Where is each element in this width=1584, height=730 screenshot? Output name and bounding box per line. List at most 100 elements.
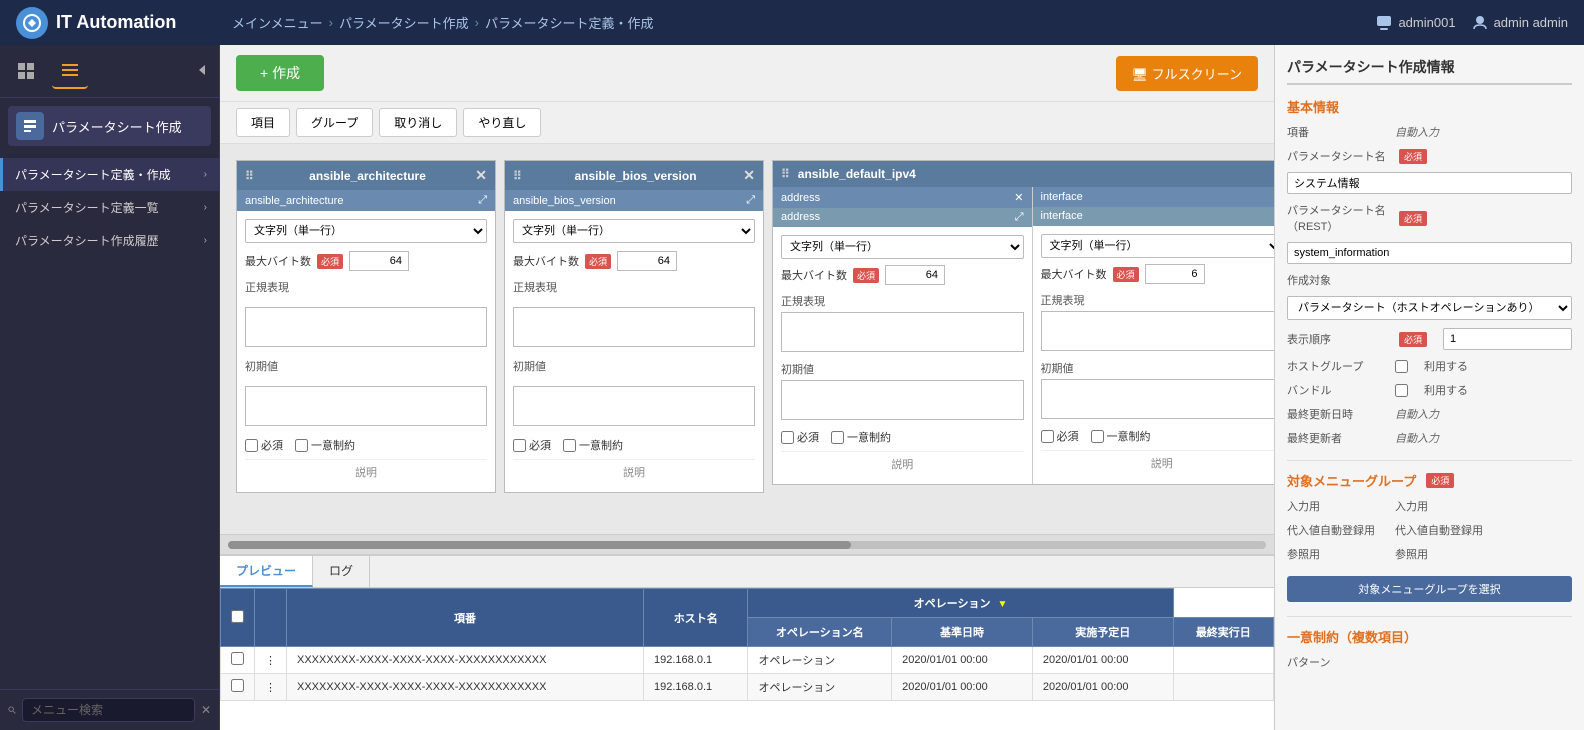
- toolbar: + 作成 🖥 フルスクリーン: [220, 45, 1274, 102]
- default-input[interactable]: [781, 380, 1024, 420]
- unique-checkbox[interactable]: 一意制約: [295, 437, 355, 453]
- breadcrumb-sheet[interactable]: パラメータシート作成: [339, 13, 469, 32]
- card-header: ⠿ ansible_bios_version ✕: [505, 161, 763, 190]
- max-bytes-input[interactable]: [1145, 264, 1205, 284]
- item-no-label: 項番: [1287, 124, 1387, 140]
- sheet-name-rest-input[interactable]: [1287, 242, 1572, 264]
- required-checkbox[interactable]: 必須: [1041, 428, 1079, 444]
- card-body: 文字列（単一行） 最大バイト数 必須 正規表現: [237, 211, 495, 492]
- sort-indicator: ▼: [998, 599, 1008, 610]
- search-clear-icon[interactable]: ✕: [201, 703, 211, 717]
- cancel-button[interactable]: 取り消し: [379, 108, 457, 137]
- host-group-checkbox[interactable]: [1395, 360, 1408, 373]
- search-input[interactable]: [22, 698, 195, 722]
- preview-table-container: 項番 ホスト名 オペレーション ▼ オペレーション名 基準日時 実施予定: [220, 588, 1274, 730]
- sidebar-search: ✕: [0, 689, 219, 730]
- required-badge: 必須: [317, 254, 343, 269]
- col-type-select[interactable]: 文字列（単一行）: [781, 235, 1024, 259]
- display-order-input[interactable]: [1443, 328, 1572, 350]
- default-input[interactable]: [513, 386, 755, 426]
- breadcrumb-main[interactable]: メインメニュー: [232, 13, 323, 32]
- card-ansible-architecture: ⠿ ansible_architecture ✕ ansible_archite…: [236, 160, 496, 493]
- item-button[interactable]: 項目: [236, 108, 290, 137]
- max-bytes-input[interactable]: [349, 251, 409, 271]
- max-bytes-input[interactable]: [885, 265, 945, 285]
- type-select[interactable]: 文字列（単一行）: [513, 219, 755, 243]
- default-label: 初期値: [245, 358, 278, 374]
- drag-handle-icon[interactable]: ⠿: [781, 167, 790, 181]
- select-all-checkbox[interactable]: [231, 610, 244, 623]
- col-type-select[interactable]: 文字列（単一行）: [1041, 234, 1275, 258]
- card-close-btn[interactable]: ✕: [1014, 191, 1023, 204]
- create-target-label: 作成対象: [1287, 272, 1387, 288]
- group-button[interactable]: グループ: [296, 108, 373, 137]
- horizontal-scrollbar[interactable]: [220, 534, 1274, 554]
- regex-input[interactable]: [1041, 311, 1275, 351]
- display-order-label: 表示順序: [1287, 331, 1387, 347]
- drag-handle-icon[interactable]: ⠿: [513, 169, 522, 183]
- reference-label: 参照用: [1287, 546, 1387, 562]
- col-resize-icon[interactable]: ⤢: [1015, 211, 1024, 224]
- unique-checkbox[interactable]: 一意制約: [1091, 428, 1151, 444]
- card-resize-icon[interactable]: ⤢: [746, 194, 755, 207]
- unique-constraint-section: 一意制約（複数項目） パターン: [1287, 627, 1572, 670]
- tab-log[interactable]: ログ: [313, 556, 370, 587]
- sidebar-item-history[interactable]: パラメータシート作成履歴 ›: [0, 224, 219, 257]
- card-wide-cols: address ✕ address ⤢ 文字列（単一行）: [773, 187, 1274, 484]
- last-updater-label: 最終更新者: [1287, 430, 1387, 446]
- default-input[interactable]: [245, 386, 487, 426]
- unique-checkbox[interactable]: 一意制約: [831, 429, 891, 445]
- section-target-menu: 対象メニューグループ: [1287, 471, 1416, 490]
- required-checkbox[interactable]: 必須: [513, 437, 551, 453]
- row-cb[interactable]: [221, 674, 255, 701]
- row-cb[interactable]: [221, 647, 255, 674]
- input-label: 入力用: [1287, 498, 1387, 514]
- create-button[interactable]: + 作成: [236, 55, 324, 91]
- bundle-checkbox[interactable]: [1395, 384, 1408, 397]
- divider: [1287, 460, 1572, 461]
- host-group-label: ホストグループ: [1287, 358, 1387, 374]
- unique-checkbox[interactable]: 一意制約: [563, 437, 623, 453]
- col-header-menu: [255, 589, 287, 647]
- card-close-btn[interactable]: ✕: [743, 167, 755, 184]
- row-menu[interactable]: ⋮: [255, 647, 287, 674]
- type-field: 文字列（単一行）: [245, 219, 487, 243]
- sidebar-collapse-btn[interactable]: [195, 62, 211, 81]
- row-item-no: XXXXXXXX-XXXX-XXXX-XXXX-XXXXXXXXXXXX: [287, 674, 644, 701]
- default-input[interactable]: [1041, 379, 1275, 419]
- redo-button[interactable]: やり直し: [463, 108, 541, 137]
- regex-input[interactable]: [781, 312, 1024, 352]
- type-select[interactable]: 文字列（単一行）: [245, 219, 487, 243]
- sheet-name-rest-label: パラメータシート名（REST）: [1287, 202, 1387, 234]
- fullscreen-button[interactable]: 🖥 フルスクリーン: [1116, 56, 1258, 91]
- max-bytes-input[interactable]: [617, 251, 677, 271]
- regex-input[interactable]: [245, 307, 487, 347]
- col-header-schedule: 実施予定日: [1032, 618, 1173, 647]
- sidebar-item-create[interactable]: パラメータシート定義・作成 ›: [0, 158, 219, 191]
- row-host: 192.168.0.1: [644, 647, 748, 674]
- card-close-btn[interactable]: ✕: [475, 167, 487, 184]
- create-target-select[interactable]: パラメータシート（ホストオペレーションあり）: [1287, 296, 1572, 320]
- card-subtitle: ansible_bios_version: [513, 195, 616, 207]
- drag-handle-icon[interactable]: ⠿: [245, 169, 254, 183]
- card-resize-icon[interactable]: ⤢: [478, 194, 487, 207]
- select-menu-group-btn[interactable]: 対象メニューグループを選択: [1287, 576, 1572, 602]
- header-user-name[interactable]: admin admin: [1472, 15, 1568, 31]
- regex-input[interactable]: [513, 307, 755, 347]
- main-layout: パラメータシート作成 パラメータシート定義・作成 › パラメータシート定義一覧 …: [0, 45, 1584, 730]
- sidebar-item-list[interactable]: パラメータシート定義一覧 ›: [0, 191, 219, 224]
- tab-preview[interactable]: プレビュー: [220, 556, 313, 587]
- required-checkbox[interactable]: 必須: [245, 437, 283, 453]
- sidebar-list-icon[interactable]: [52, 53, 88, 89]
- sheet-name-rest-row: パラメータシート名（REST） 必須: [1287, 202, 1572, 234]
- sheet-name-input[interactable]: [1287, 172, 1572, 194]
- row-menu[interactable]: ⋮: [255, 674, 287, 701]
- sidebar-item-label: パラメータシート作成履歴: [15, 232, 159, 249]
- right-panel: パラメータシート作成情報 基本情報 項番 自動入力 パラメータシート名 必須 パ…: [1274, 45, 1584, 730]
- header-user-icon[interactable]: admin001: [1376, 15, 1455, 31]
- sidebar-grid-icon[interactable]: [8, 53, 44, 89]
- bundle-label: バンドル: [1287, 382, 1387, 398]
- required-checkbox[interactable]: 必須: [781, 429, 819, 445]
- col-header-host: ホスト名: [644, 589, 748, 647]
- input-value: 入力用: [1395, 498, 1428, 514]
